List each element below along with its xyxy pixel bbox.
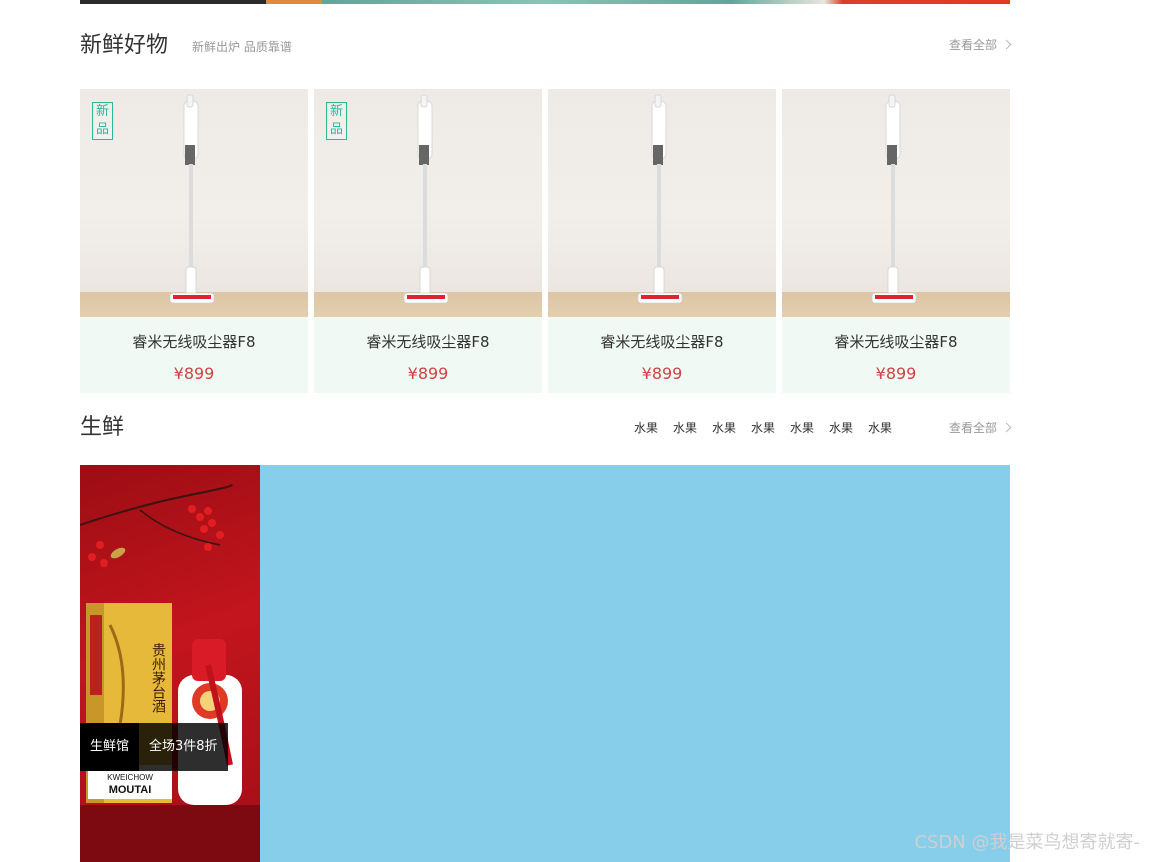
fresh-tab[interactable]: 水果 (790, 420, 814, 436)
product-price: ¥899 (641, 364, 683, 383)
product-name[interactable]: 睿米无线吸尘器F8 (80, 332, 308, 352)
product-image: 新品 (80, 89, 308, 317)
liquor-illustration: KWEICHOW MOUTAI 贵州茅台酒 (80, 484, 260, 862)
top-banner-edge[interactable] (80, 0, 1010, 4)
vacuum-illustration (169, 94, 215, 304)
new-goods-header: 新鲜好物 新鲜出炉 品质靠谱 查看全部 (80, 31, 1012, 61)
fresh-promo-banner[interactable]: KWEICHOW MOUTAI 贵州茅台酒 生鲜馆 全场3件8折 (80, 465, 260, 862)
new-goods-subtitle: 新鲜出炉 品质靠谱 (192, 40, 292, 54)
new-goods-view-all-link[interactable]: 查看全部 (948, 37, 1012, 53)
product-price: ¥899 (173, 364, 215, 383)
fresh-goods-panel (260, 465, 1010, 862)
fresh-tab[interactable]: 水果 (634, 420, 658, 436)
product-card[interactable]: 睿米无线吸尘器F8 ¥899 (548, 89, 776, 393)
product-card[interactable]: 新品 睿米无线吸尘器F8 ¥899 (80, 89, 308, 393)
vacuum-illustration (637, 94, 683, 304)
product-card[interactable]: 睿米无线吸尘器F8 ¥899 (782, 89, 1010, 393)
badge-char: 新 (95, 104, 109, 119)
fresh-tab[interactable]: 水果 (829, 420, 853, 436)
chevron-right-icon (1001, 39, 1012, 50)
fresh-tab[interactable]: 水果 (673, 420, 697, 436)
product-card[interactable]: 新品 睿米无线吸尘器F8 ¥899 (314, 89, 542, 393)
product-image: 新品 (314, 89, 542, 317)
view-all-label: 查看全部 (948, 421, 997, 435)
product-price: ¥899 (875, 364, 917, 383)
fresh-promo-bar: 生鲜馆 全场3件8折 (80, 723, 228, 771)
vacuum-illustration (403, 94, 449, 304)
fresh-tab[interactable]: 水果 (712, 420, 736, 436)
chevron-right-icon (1001, 422, 1012, 433)
fresh-header: 生鲜 水果 水果 水果 水果 水果 水果 水果 查看全部 (80, 413, 1012, 443)
new-goods-grid: 新品 睿米无线吸尘器F8 ¥899 新品 睿米无线吸尘器F8 ¥899 睿米无线… (80, 89, 1010, 393)
new-goods-title: 新鲜好物 (80, 33, 169, 58)
new-badge: 新品 (92, 102, 113, 140)
fresh-tab[interactable]: 水果 (751, 420, 775, 436)
view-all-label: 查看全部 (948, 38, 997, 52)
fresh-hall-tag[interactable]: 生鲜馆 (80, 723, 140, 771)
box-chinese: 贵州茅台酒 (150, 643, 166, 713)
box-brand: KWEICHOW (107, 773, 153, 782)
badge-char: 品 (95, 122, 109, 137)
product-name[interactable]: 睿米无线吸尘器F8 (548, 332, 776, 352)
product-name[interactable]: 睿米无线吸尘器F8 (782, 332, 1010, 352)
fresh-offer-tag[interactable]: 全场3件8折 (139, 723, 228, 771)
csdn-watermark: CSDN @我是菜鸟想寄就寄- (914, 832, 1140, 853)
fresh-view-all-link[interactable]: 查看全部 (948, 420, 1012, 436)
product-image (782, 89, 1010, 317)
badge-char: 新 (329, 104, 343, 119)
fresh-tab[interactable]: 水果 (868, 420, 892, 436)
box-logo: MOUTAI (109, 784, 152, 796)
fresh-title: 生鲜 (80, 415, 125, 440)
badge-char: 品 (329, 122, 343, 137)
product-price: ¥899 (407, 364, 449, 383)
new-badge: 新品 (326, 102, 347, 140)
vacuum-illustration (871, 94, 917, 304)
product-name[interactable]: 睿米无线吸尘器F8 (314, 332, 542, 352)
product-image (548, 89, 776, 317)
